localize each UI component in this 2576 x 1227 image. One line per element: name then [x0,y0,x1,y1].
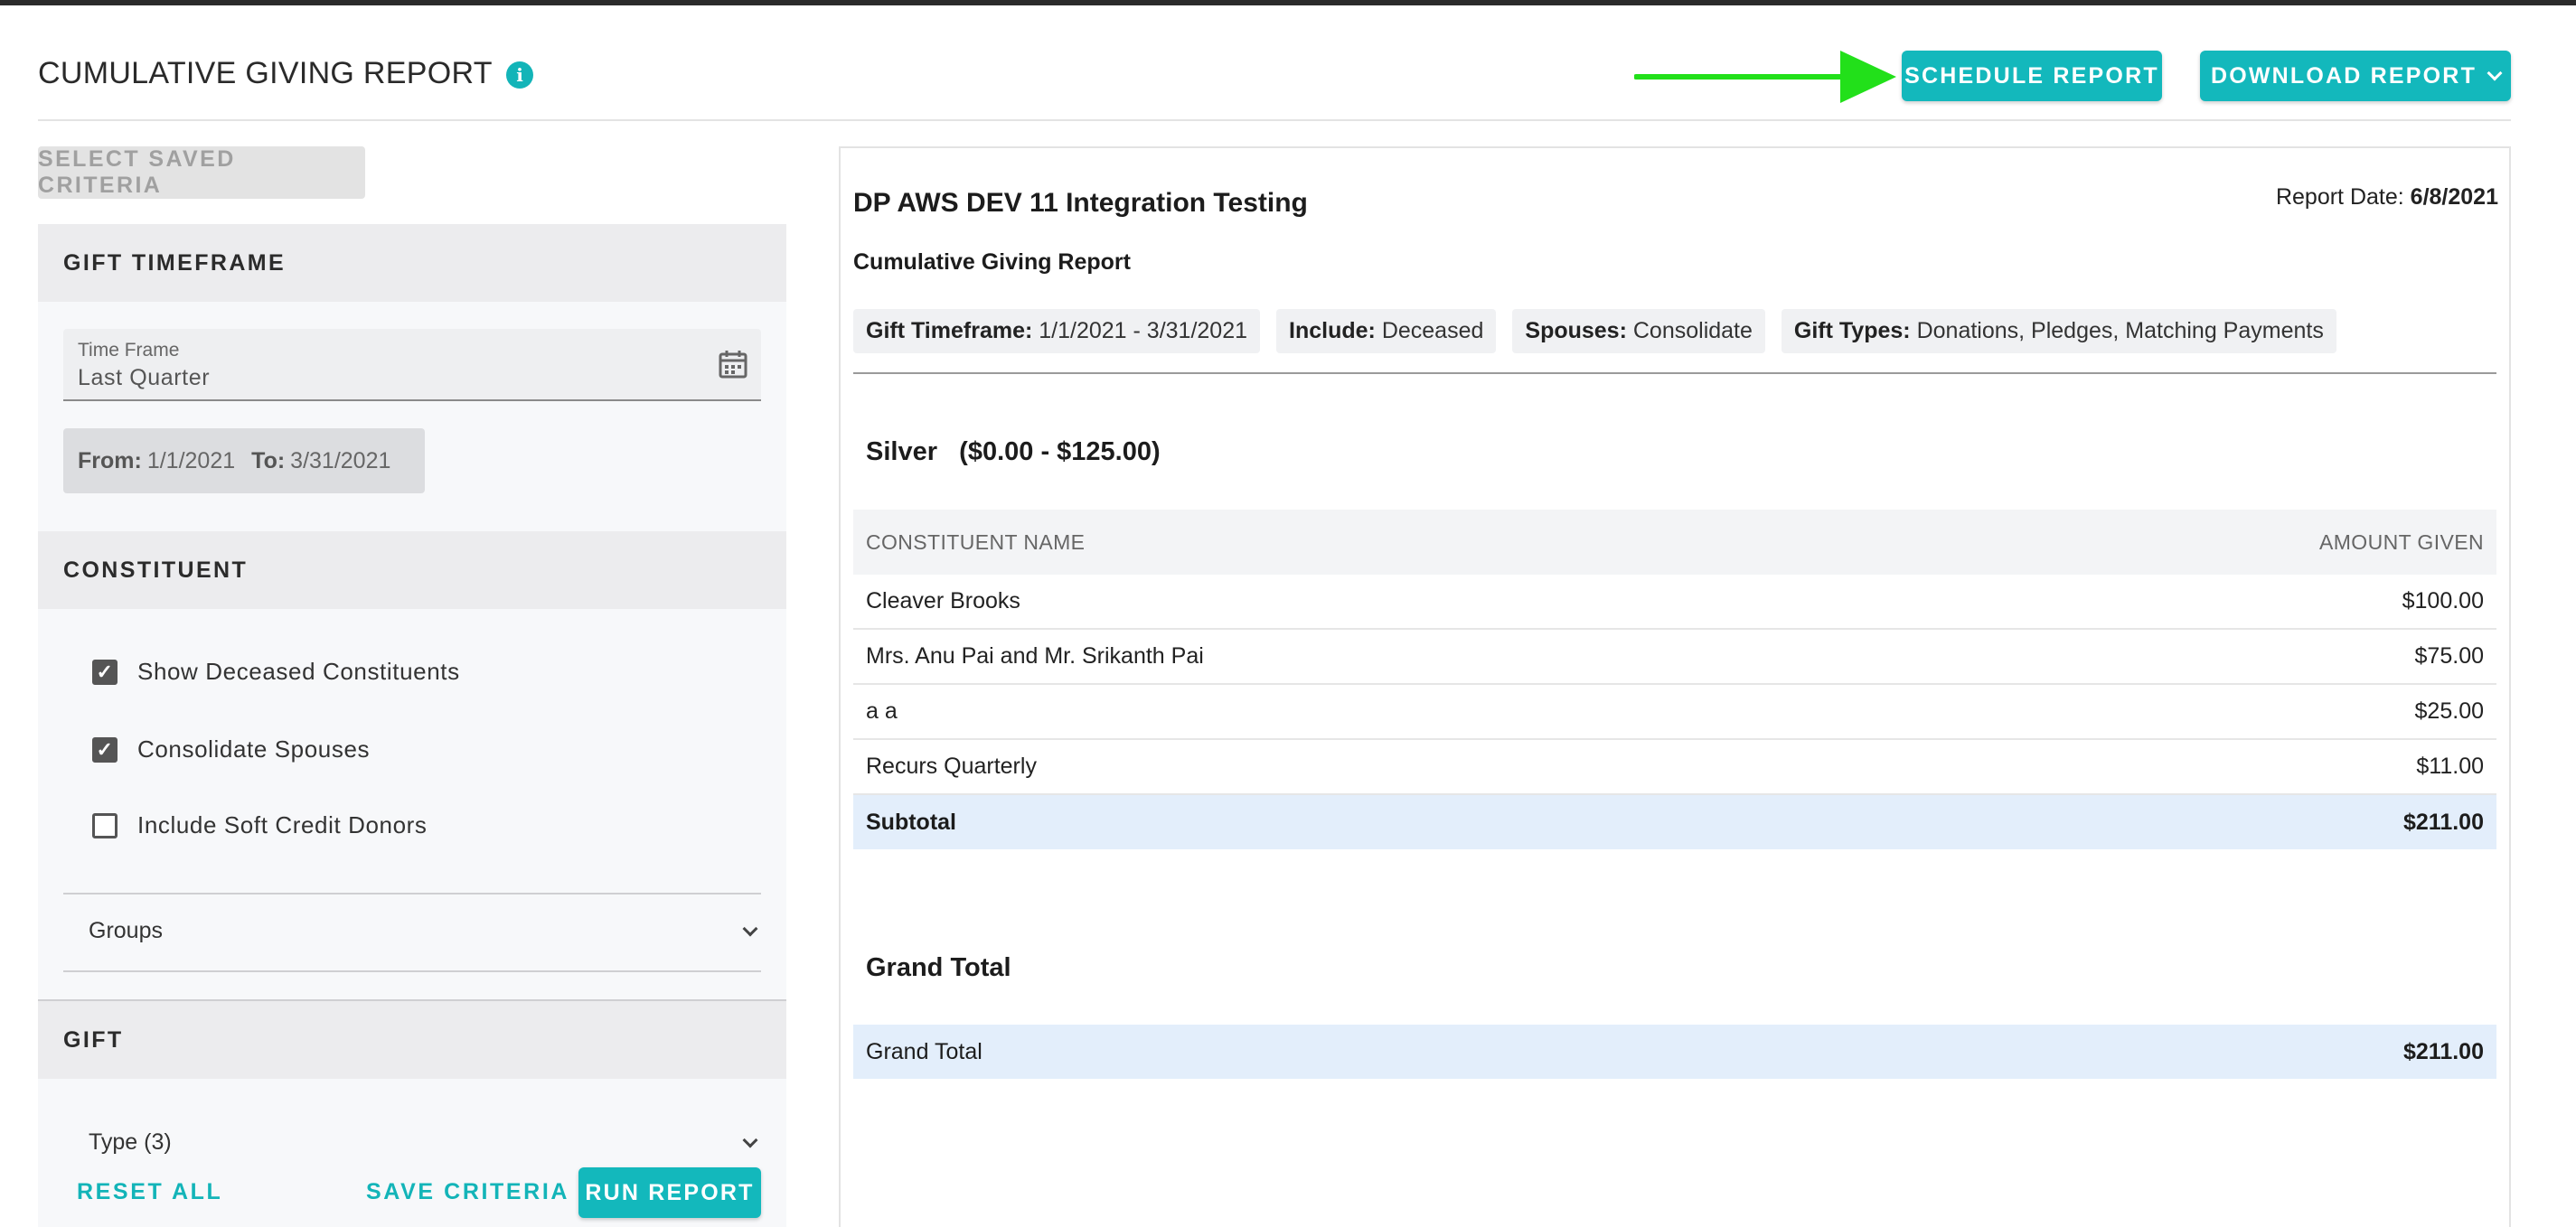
amount-given: $25.00 [2414,698,2484,724]
filter-chip-spouses: Spouses: Consolidate [1512,309,1765,353]
to-label: To: [251,447,286,473]
chip-value: 1/1/2021 - 3/31/2021 [1039,318,1248,343]
filter-chips: Gift Timeframe: 1/1/2021 - 3/31/2021 Inc… [853,309,2336,353]
chip-value: Consolidate [1632,318,1753,343]
checkbox-checked[interactable]: ✓ [92,659,118,685]
run-report-label: RUN REPORT [585,1179,755,1205]
report-date-label: Report Date: [2275,184,2404,210]
reset-all-button[interactable]: RESET ALL [77,1179,222,1205]
green-arrow-icon [1634,51,1896,103]
chip-value: Donations, Pledges, Matching Payments [1916,318,2324,343]
schedule-report-label: SCHEDULE REPORT [1904,62,2159,89]
checkbox-unchecked[interactable] [92,812,118,838]
checkbox-label: Include Soft Credit Donors [137,811,428,838]
from-value: 1/1/2021 [146,447,236,473]
include-soft-credit-checkbox-row[interactable]: Include Soft Credit Donors [92,811,428,839]
constituent-name: Cleaver Brooks [866,588,1020,614]
calendar-icon[interactable] [718,349,748,379]
consolidate-spouses-checkbox-row[interactable]: ✓ Consolidate Spouses [92,735,370,763]
grand-total-row: Grand Total $211.00 [853,1025,2496,1079]
constituent-heading: CONSTITUENT [38,531,786,609]
select-saved-criteria-button[interactable]: SELECT SAVED CRITERIA [38,146,365,199]
groups-label: Groups [89,918,163,943]
chip-key: Gift Types: [1793,318,1911,343]
chip-key: Gift Timeframe: [866,318,1033,343]
filter-chip-gift-types: Gift Types: Donations, Pledges, Matching… [1781,309,2336,353]
organization-name: DP AWS DEV 11 Integration Testing [853,188,1308,218]
from-label: From: [78,447,142,473]
table-header: CONSTITUENT NAME AMOUNT GIVEN [853,510,2496,575]
report-subtitle: Cumulative Giving Report [853,249,1131,275]
chevron-down-icon [742,1132,758,1147]
constituent-name: a a [866,698,898,724]
table-row: Mrs. Anu Pai and Mr. Srikanth Pai $75.00 [853,630,2496,685]
amount-given: $11.00 [2416,754,2484,779]
filter-chip-timeframe: Gift Timeframe: 1/1/2021 - 3/31/2021 [853,309,1261,353]
chevron-down-icon [742,921,758,936]
show-deceased-checkbox-row[interactable]: ✓ Show Deceased Constituents [92,658,460,686]
report-date: Report Date: 6/8/2021 [2276,184,2498,211]
download-report-label: DOWNLOAD REPORT [2210,62,2477,89]
checkbox-checked[interactable]: ✓ [92,736,118,763]
info-icon[interactable]: i [506,61,533,89]
table-row: a a $25.00 [853,685,2496,740]
report-date-value: 6/8/2021 [2410,184,2498,210]
subtotal-row: Subtotal $211.00 [853,795,2496,849]
run-report-button[interactable]: RUN REPORT [578,1167,761,1218]
checkbox-label: Show Deceased Constituents [137,658,460,685]
criteria-panel: GIFT TIMEFRAME Time Frame Last Quarter F… [38,224,786,1227]
constituent-name: Mrs. Anu Pai and Mr. Srikanth Pai [866,643,1204,669]
column-header-amount: AMOUNT GIVEN [2318,529,2484,554]
type-accordion[interactable]: Type (3) [89,1129,776,1156]
amount-given: $100.00 [2402,588,2484,614]
chevron-down-icon [2487,65,2503,81]
schedule-report-button[interactable]: SCHEDULE REPORT [1902,51,2162,101]
chip-key: Spouses: [1525,318,1627,343]
subtotal-value: $211.00 [2403,809,2484,835]
filter-chip-include: Include: Deceased [1276,309,1497,353]
column-header-name: CONSTITUENT NAME [866,529,1086,554]
download-report-button[interactable]: DOWNLOAD REPORT [2200,51,2511,101]
table-row: Recurs Quarterly $11.00 [853,740,2496,795]
tier-title: Silver ($0.00 - $125.00) [866,437,1161,466]
time-frame-select[interactable]: Time Frame Last Quarter [63,329,761,401]
checkbox-label: Consolidate Spouses [137,735,371,763]
time-frame-label: Time Frame [78,340,180,361]
chip-key: Include: [1289,318,1376,343]
subtotal-label: Subtotal [866,809,956,835]
time-frame-value: Last Quarter [78,365,211,390]
type-label: Type (3) [89,1129,172,1155]
divider [63,970,761,972]
giving-table: CONSTITUENT NAME AMOUNT GIVEN Cleaver Br… [853,510,2496,849]
groups-accordion[interactable]: Groups [89,918,776,944]
grand-total-heading: Grand Total [866,953,1011,982]
grand-total-label: Grand Total [866,1038,982,1064]
grand-total-value: $211.00 [2403,1038,2484,1064]
date-range-display: From: 1/1/2021 To: 3/31/2021 [63,428,425,493]
table-row: Cleaver Brooks $100.00 [853,575,2496,630]
save-criteria-button[interactable]: SAVE CRITERIA [366,1179,569,1205]
amount-given: $75.00 [2414,643,2484,669]
chip-value: Deceased [1381,318,1484,343]
to-value: 3/31/2021 [290,447,391,473]
report-divider [853,372,2496,374]
constituent-name: Recurs Quarterly [866,754,1037,779]
page-title: CUMULATIVE GIVING REPORT [38,56,493,90]
gift-heading: GIFT [38,1001,786,1079]
divider [63,893,761,894]
header-divider [38,119,2511,121]
gift-timeframe-heading: GIFT TIMEFRAME [38,224,786,302]
top-bar [0,0,2576,5]
